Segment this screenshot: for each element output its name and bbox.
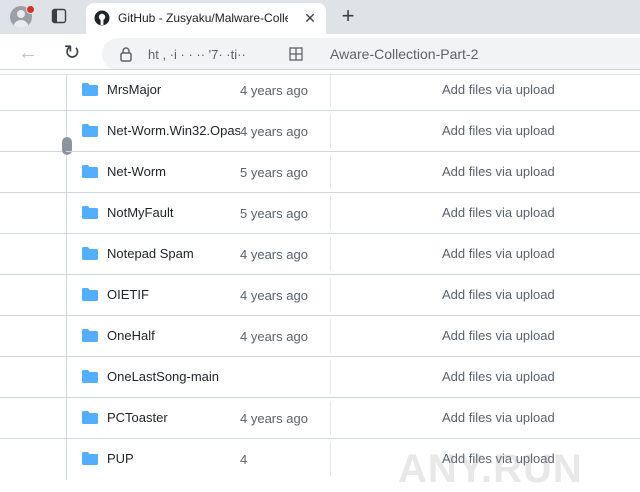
- column-divider: [330, 237, 331, 271]
- folder-icon: [82, 165, 98, 178]
- url-text-end: Aware-Collection-Part-2: [330, 46, 478, 62]
- folder-icon: [82, 329, 98, 342]
- folder-icon: [82, 411, 98, 424]
- avatar-body: [13, 20, 29, 28]
- commit-message-link[interactable]: Add files via upload: [442, 369, 555, 384]
- file-name-link[interactable]: OIETIF: [107, 287, 149, 302]
- left-panel-separator: [0, 315, 66, 316]
- tab-github-repo[interactable]: GitHub - Zusyaku/Malware-Collec ✕: [86, 3, 326, 34]
- address-bar[interactable]: ht , ·i · · ·· '7· ·ti·· Aware-Collectio…: [102, 38, 640, 70]
- column-divider: [330, 319, 331, 353]
- commit-message-link[interactable]: Add files via upload: [442, 328, 555, 343]
- column-divider: [330, 360, 331, 394]
- file-name-link[interactable]: Net-Worm: [107, 164, 166, 179]
- lock-icon[interactable]: [118, 46, 134, 62]
- left-panel-separator: [0, 397, 66, 398]
- column-divider: [330, 73, 331, 107]
- tab-close-button[interactable]: ✕: [301, 9, 319, 27]
- folder-icon: [82, 83, 98, 96]
- file-age: 4 years ago: [240, 411, 310, 426]
- anyrun-watermark: ANY.RUN: [398, 447, 583, 491]
- commit-message-link[interactable]: Add files via upload: [442, 410, 555, 425]
- file-age: 5 years ago: [240, 206, 310, 221]
- file-age: 5 years ago: [240, 165, 310, 180]
- github-icon: [94, 10, 110, 26]
- folder-icon: [82, 452, 98, 465]
- file-age: 4: [240, 452, 250, 467]
- file-row[interactable]: MrsMajor 4 years ago Add files via upload: [66, 69, 640, 111]
- column-divider: [330, 114, 331, 148]
- file-row[interactable]: PCToaster 4 years ago Add files via upload: [66, 397, 640, 439]
- commit-message-link[interactable]: Add files via upload: [442, 123, 555, 138]
- file-name-link[interactable]: PCToaster: [107, 410, 168, 425]
- reader-mode-icon[interactable]: A: [330, 46, 339, 62]
- url-path: ware-Collection-Part-2: [339, 46, 479, 62]
- left-panel-fragment: [0, 69, 67, 480]
- back-button[interactable]: ←: [16, 42, 40, 66]
- tab-actions-icon[interactable]: [51, 8, 67, 24]
- file-age: 4 years ago: [240, 124, 310, 139]
- column-divider: [330, 401, 331, 435]
- browser-tab-strip: GitHub - Zusyaku/Malware-Collec ✕ +: [0, 0, 640, 34]
- file-age: 4 years ago: [240, 288, 310, 303]
- file-row[interactable]: OneHalf 4 years ago Add files via upload: [66, 315, 640, 357]
- file-name-link[interactable]: OneLastSong-main: [107, 369, 219, 384]
- file-name-link[interactable]: OneHalf: [107, 328, 155, 343]
- file-name-link[interactable]: Notepad Spam: [107, 246, 194, 261]
- file-row[interactable]: OIETIF 4 years ago Add files via upload: [66, 274, 640, 316]
- column-divider: [330, 155, 331, 189]
- left-panel-separator: [0, 356, 66, 357]
- file-row[interactable]: OneLastSong-main Add files via upload: [66, 356, 640, 398]
- column-divider: [330, 196, 331, 230]
- apps-grid-icon[interactable]: [289, 47, 303, 61]
- file-name-link[interactable]: PUP: [107, 451, 134, 466]
- reload-button[interactable]: ↻: [60, 42, 84, 66]
- file-name-link[interactable]: Net-Worm.Win32.Opasoft: [107, 123, 256, 138]
- folder-icon: [82, 370, 98, 383]
- column-divider: [330, 278, 331, 312]
- file-row[interactable]: Net-Worm.Win32.Opasoft 4 years ago Add fil…: [66, 110, 640, 152]
- file-row[interactable]: Notepad Spam 4 years ago Add files via upl…: [66, 233, 640, 275]
- repo-file-list-area: MrsMajor 4 years ago Add files via upload N…: [0, 69, 640, 491]
- url-text-start: ht , ·i · · ·· '7· ·ti··: [148, 47, 246, 62]
- file-age: 4 years ago: [240, 83, 310, 98]
- notification-dot: [26, 5, 35, 14]
- folder-icon: [82, 247, 98, 260]
- tab-title: GitHub - Zusyaku/Malware-Collec: [118, 11, 288, 25]
- commit-message-link[interactable]: Add files via upload: [442, 205, 555, 220]
- file-name-link[interactable]: NotMyFault: [107, 205, 173, 220]
- left-panel-separator: [0, 110, 66, 111]
- left-panel-separator: [0, 438, 66, 439]
- left-panel-separator: [0, 192, 66, 193]
- commit-message-link[interactable]: Add files via upload: [442, 164, 555, 179]
- folder-icon: [82, 206, 98, 219]
- column-divider: [330, 442, 331, 476]
- file-age: 4 years ago: [240, 329, 310, 344]
- folder-icon: [82, 288, 98, 301]
- folder-icon: [82, 124, 98, 137]
- left-panel-separator: [0, 274, 66, 275]
- commit-message-link[interactable]: Add files via upload: [442, 287, 555, 302]
- commit-message-link[interactable]: Add files via upload: [442, 82, 555, 97]
- left-panel-separator: [0, 233, 66, 234]
- file-row[interactable]: NotMyFault 5 years ago Add files via uploa…: [66, 192, 640, 234]
- new-tab-button[interactable]: +: [337, 5, 359, 28]
- file-age: 4 years ago: [240, 247, 310, 262]
- file-row[interactable]: Net-Worm 5 years ago Add files via upload: [66, 151, 640, 193]
- file-name-link[interactable]: MrsMajor: [107, 82, 161, 97]
- left-panel-separator: [0, 69, 66, 70]
- left-panel-separator: [0, 151, 66, 152]
- commit-message-link[interactable]: Add files via upload: [442, 246, 555, 261]
- avatar-head: [17, 10, 25, 18]
